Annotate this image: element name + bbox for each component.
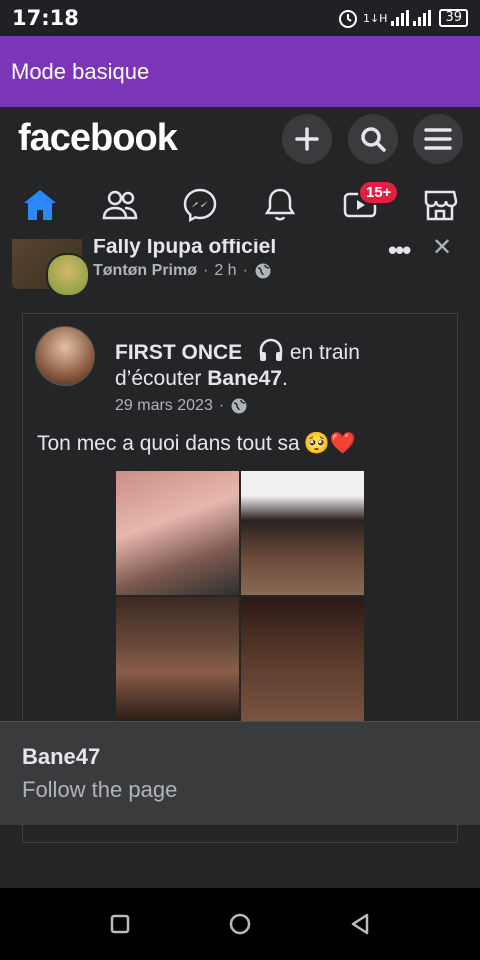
status-time: 17:18 [12,6,79,30]
headphones-icon [259,338,283,361]
post-meta: Tøntøn Primø · 2 h · [93,262,272,280]
meta-dot-2: · [242,262,248,279]
home-button[interactable] [228,912,252,941]
home-icon [24,190,56,220]
shared-activity-object[interactable]: Bane47 [207,367,282,390]
tab-notifications[interactable] [260,185,300,225]
app-header: facebook [0,107,480,171]
photo-2[interactable] [241,471,364,595]
menu-button[interactable] [413,114,463,164]
signal-icon-2 [413,10,432,26]
shared-date: 29 mars 2023 [115,397,213,414]
tab-home[interactable] [20,185,60,225]
search-icon [361,127,386,152]
square-icon [110,914,130,934]
post-header: Fally Ipupa officiel Tøntøn Primø · 2 h … [0,239,480,299]
tab-bar [0,171,480,240]
add-button[interactable] [282,114,332,164]
follow-sheet[interactable]: Bane47 Follow the page [0,721,480,825]
shared-meta: 29 mars 2023 · [115,397,248,415]
globe-icon [231,398,247,414]
system-nav-bar [0,888,480,960]
add-icon [295,127,319,151]
messenger-icon [183,188,217,223]
back-triangle-icon [351,913,369,935]
tab-marketplace[interactable] [420,185,460,225]
shared-name[interactable]: FIRST ONCE [115,341,242,364]
circle-icon [229,913,251,935]
signal-icon [391,10,410,26]
shared-avatar[interactable] [35,326,95,386]
photo-1[interactable] [116,471,239,595]
facebook-logo: facebook [18,117,178,159]
photo-grid[interactable] [116,471,364,721]
search-button[interactable] [348,114,398,164]
meta-dot: · [202,262,209,279]
shared-activity-prefix: en train [289,341,360,364]
page-name[interactable]: Fally Ipupa officiel [93,239,276,259]
post-time: 2 h [214,262,237,279]
status-bar: 17:18 1↓H 39 [0,0,480,36]
alarm-icon [338,10,357,28]
shared-text: Ton mec a quoi dans tout sa 🥺❤️ [37,432,356,456]
shared-text-content: Ton mec a quoi dans tout sa [37,432,300,455]
globe-icon [255,263,271,279]
close-icon[interactable]: ✕ [432,239,452,262]
mode-bar: Mode basique [0,36,480,107]
tab-messenger[interactable] [180,185,220,225]
back-button[interactable] [348,912,372,941]
shared-activity-line1: FIRST ONCE en train [115,338,360,365]
photo-3[interactable] [116,597,239,721]
post-author[interactable]: Tøntøn Primø [93,262,197,280]
shared-activity-line2-prefix: d’écouter [115,367,202,390]
status-icons: 1↓H 39 [337,7,468,29]
shared-activity-suffix: . [281,367,288,390]
battery-icon: 39 [439,9,468,27]
recents-button[interactable] [108,912,132,941]
menu-icon [424,128,452,150]
shared-activity-line2: d’écouter Bane47. [115,367,288,391]
marketplace-icon [424,190,458,221]
sheet-title[interactable]: Bane47 [22,744,100,770]
emoji-pleading-heart: 🥺❤️ [303,432,356,455]
sheet-subtitle[interactable]: Follow the page [22,777,177,803]
photo-4[interactable] [241,597,364,721]
user-avatar[interactable] [46,253,90,297]
friends-icon [102,190,138,220]
network-type: 1↓H [362,11,388,25]
video-badge: 15+ [358,180,400,205]
notifications-icon [264,188,296,221]
mode-title: Mode basique [11,58,150,84]
shared-meta-dot: · [218,397,225,414]
tab-friends[interactable] [100,185,140,225]
more-options-icon[interactable]: ••• [388,239,411,266]
